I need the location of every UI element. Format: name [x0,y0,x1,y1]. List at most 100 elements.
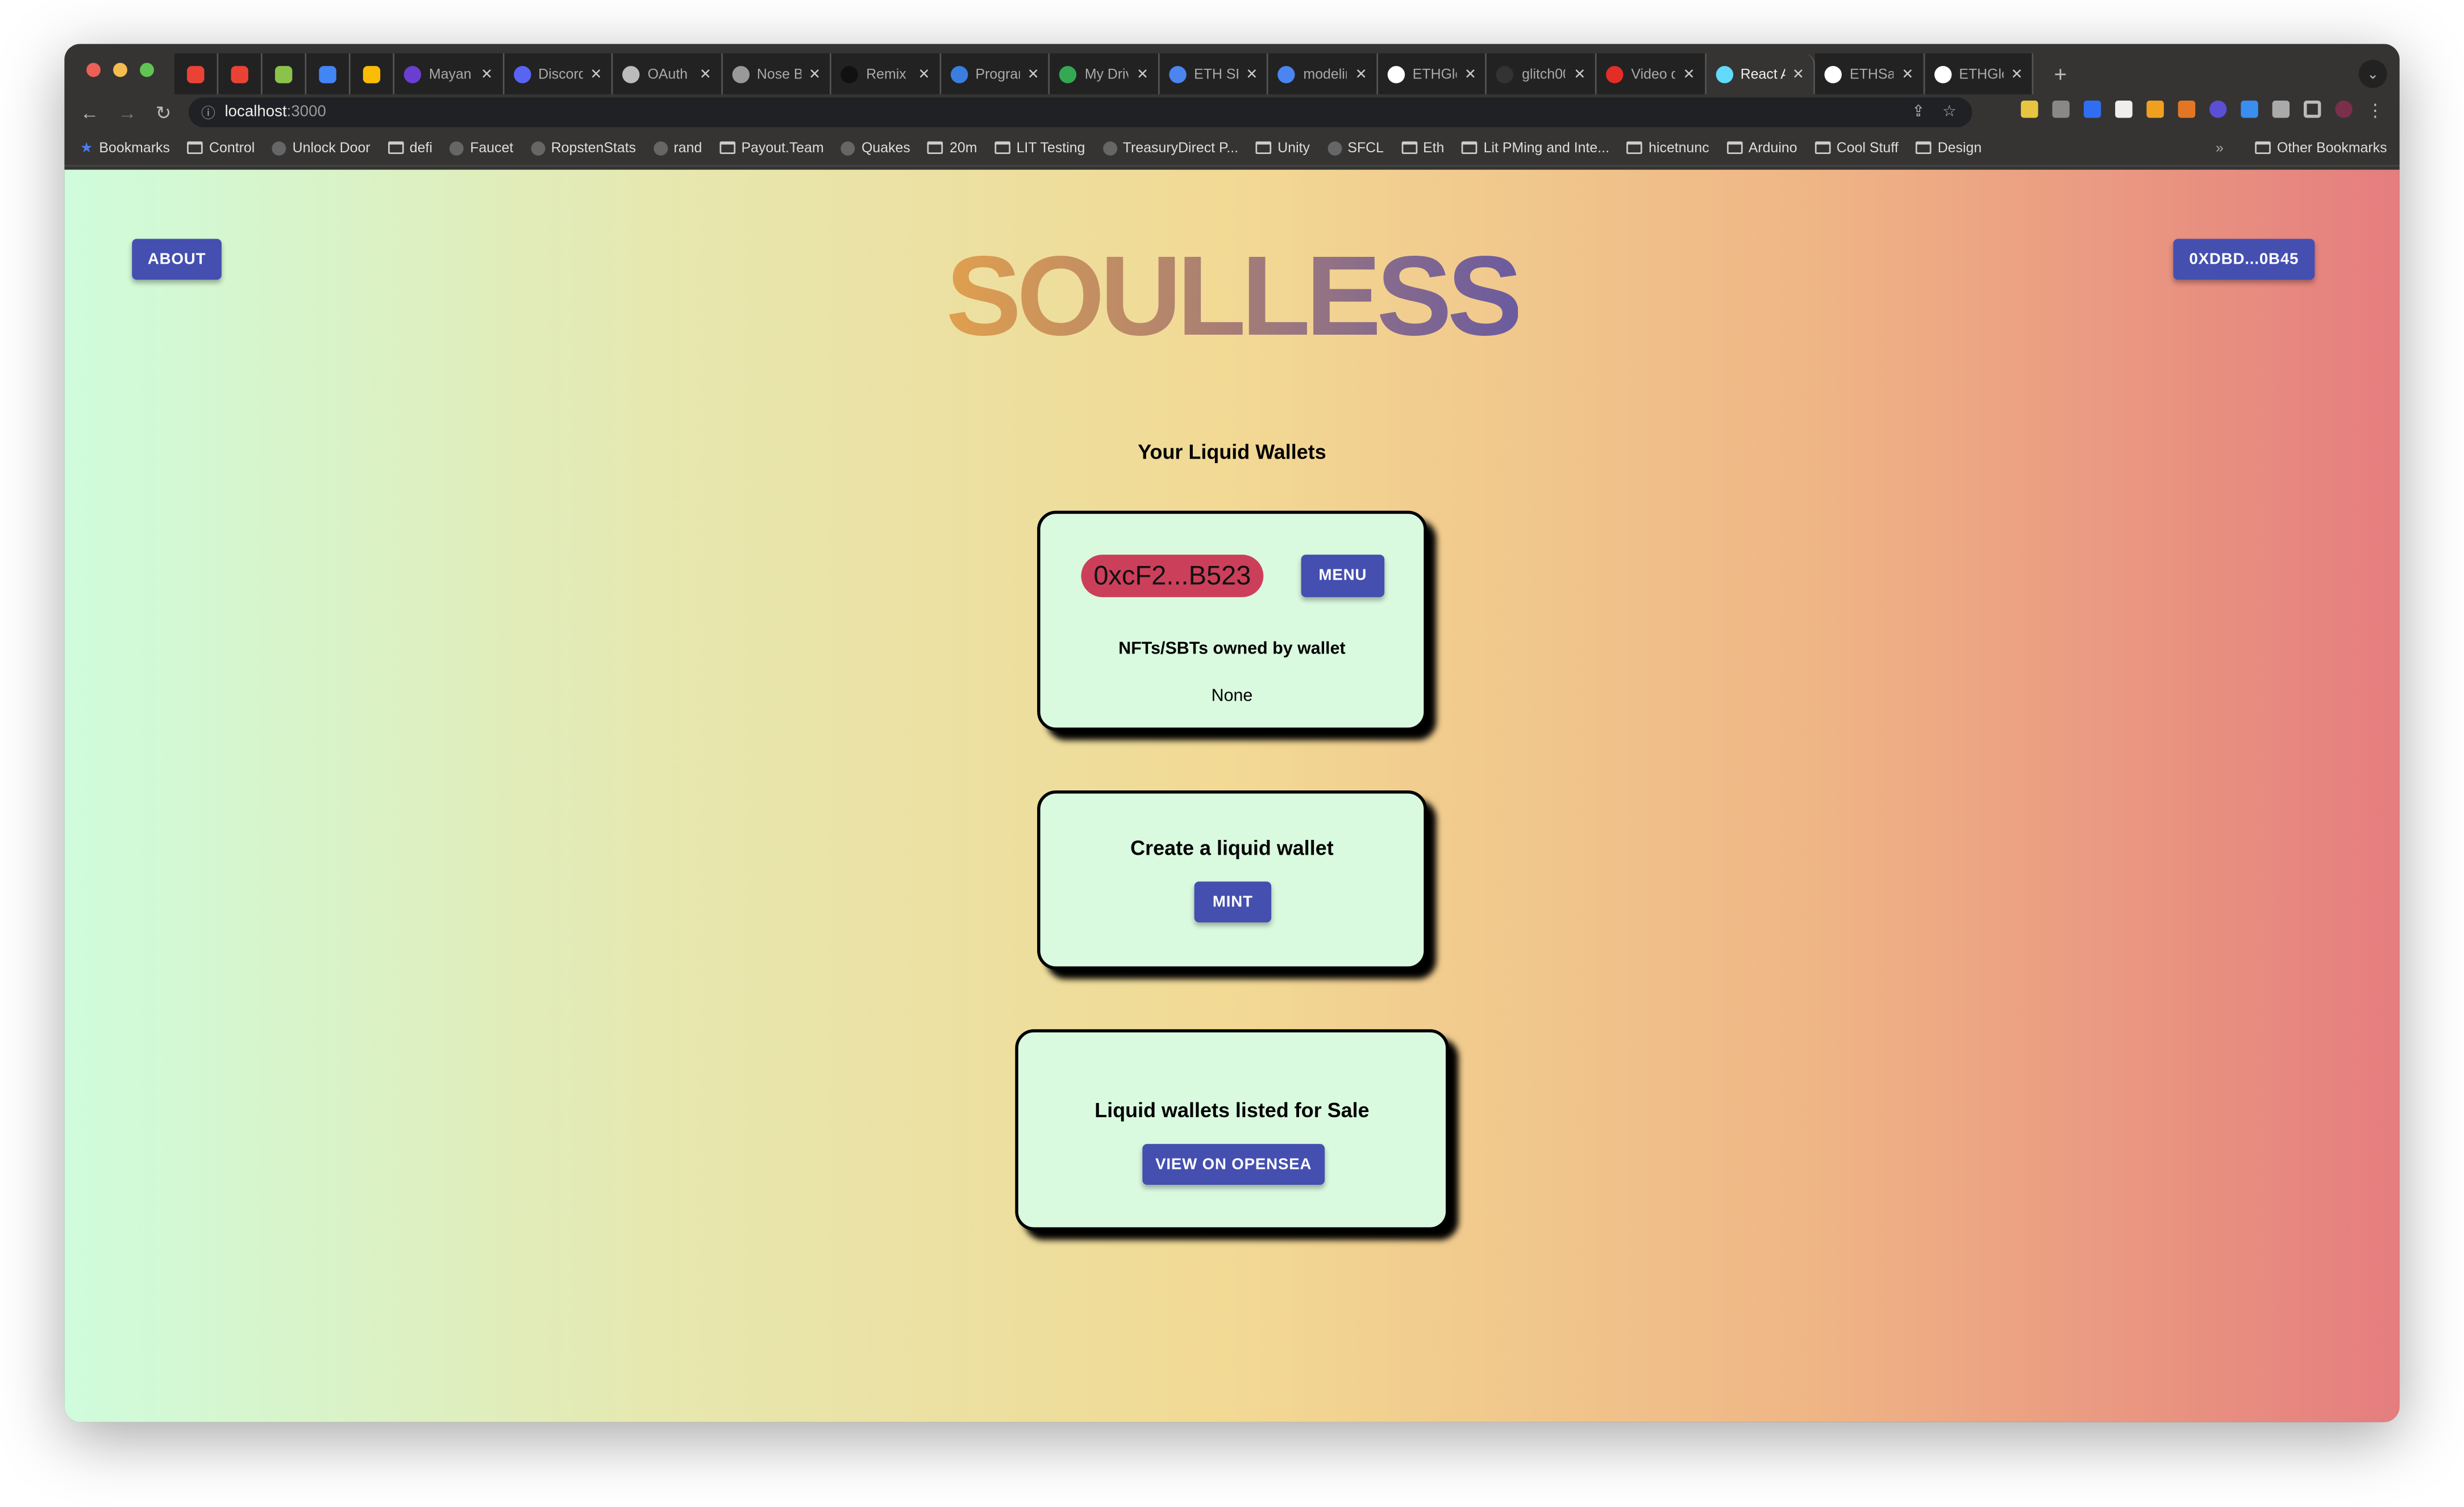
bookmark-item[interactable]: Arduino [1726,139,1797,156]
tab[interactable]: React A ✕ [1705,53,1816,94]
close-tab-icon[interactable]: ✕ [1137,65,1148,82]
bookmark-item[interactable]: Eth [1401,139,1445,156]
bookmark-item[interactable]: RopstenStats [530,139,636,156]
bookmark-item[interactable]: Quakes [841,139,910,156]
close-tab-icon[interactable]: ✕ [1464,65,1476,82]
calendar-icon [319,65,336,83]
tab[interactable]: Discord ✕ [503,53,613,94]
favicon-icon [1278,65,1296,83]
pinned-tab[interactable] [174,53,219,94]
close-window-button[interactable] [86,63,101,77]
extension-icon[interactable] [2052,100,2070,118]
extension-icon[interactable] [2115,100,2133,118]
tab[interactable]: ETHGlob ✕ [1924,53,2034,94]
bookmark-item[interactable]: SFCL [1327,139,1384,156]
tab[interactable]: OAuth 2 ✕ [613,53,723,94]
folder-icon [1461,141,1477,154]
extension-icon[interactable] [2021,100,2038,118]
tab[interactable]: ETH SF ✕ [1159,53,1269,94]
extensions: ⋮ [2021,100,2384,121]
tab[interactable]: Nose Bo ✕ [722,53,832,94]
avatar[interactable] [2335,100,2353,118]
bookmark-item[interactable]: Lit PMing and Inte... [1461,139,1609,156]
more-menu-icon[interactable]: ⋮ [2367,101,2384,121]
tabs: Mayan V ✕ Discord ✕ OAuth 2 ✕ Nose Bo ✕ Remix - ✕… [174,53,2075,94]
bookmark-star-icon[interactable]: ☆ [1942,104,1957,121]
back-icon[interactable]: ← [80,101,99,123]
tab[interactable]: Remix - ✕ [831,53,941,94]
close-tab-icon[interactable]: ✕ [481,65,493,82]
pinned-tab[interactable] [350,53,395,94]
close-tab-icon[interactable]: ✕ [1574,65,1585,82]
pinned-tab[interactable] [218,53,263,94]
bookmark-item[interactable]: Control [187,139,255,156]
bookmark-label: Control [209,140,255,156]
other-bookmarks[interactable]: Other Bookmarks [2255,140,2387,156]
bookmark-item[interactable]: rand [653,139,702,156]
close-tab-icon[interactable]: ✕ [918,65,930,82]
bookmark-item[interactable]: LIT Testing [994,139,1085,156]
bookmark-item[interactable]: Design [1916,139,1982,156]
favicon-icon [1059,65,1077,83]
page-content: ABOUT 0XDBD...0B45 SOULLESS Your Liquid … [64,169,2400,1422]
tab[interactable]: ETHGlob ✕ [1377,53,1488,94]
close-tab-icon[interactable]: ✕ [1901,65,1913,82]
bookmark-item[interactable]: Cool Stuff [1814,139,1899,156]
extension-icon[interactable] [2241,100,2258,118]
view-on-opensea-button[interactable]: VIEW ON OPENSEA [1142,1144,1325,1185]
tab[interactable]: glitch00 ✕ [1487,53,1597,94]
bookmark-item[interactable]: defi [388,139,432,156]
nfts-heading: NFTs/SBTs owned by wallet [1118,639,1346,659]
tab[interactable]: ETHSan ✕ [1815,53,1925,94]
side-panel-icon[interactable] [2303,100,2321,118]
bookmark-label: Design [1937,140,1982,156]
globe-icon [272,140,286,155]
close-tab-icon[interactable]: ✕ [2011,65,2023,82]
globe-icon [1327,140,1342,155]
new-tab-button[interactable]: + [2046,53,2075,94]
close-tab-icon[interactable]: ✕ [1792,65,1804,82]
bookmark-item[interactable]: Faucet [449,139,513,156]
minimize-window-button[interactable] [113,63,127,77]
maximize-window-button[interactable] [140,63,154,77]
close-tab-icon[interactable]: ✕ [1027,65,1039,82]
close-tab-icon[interactable]: ✕ [1246,65,1258,82]
reload-icon[interactable]: ↻ [156,101,172,123]
close-tab-icon[interactable]: ✕ [1355,65,1367,82]
pinned-tab[interactable] [262,53,307,94]
address-bar[interactable]: ⓘ localhost:3000 ⇪ ☆ [188,97,1972,127]
tab[interactable]: Program ✕ [940,53,1050,94]
wallet-menu-button[interactable]: MENU [1301,555,1385,597]
close-tab-icon[interactable]: ✕ [700,65,711,82]
puzzle-icon[interactable] [2272,100,2290,118]
tab-search-button[interactable]: ⌄ [2358,60,2387,88]
tab[interactable]: My Drive ✕ [1050,53,1160,94]
bookmark-item[interactable]: Unity [1255,139,1310,156]
extension-icon[interactable] [2146,100,2164,118]
tab[interactable]: Video d ✕ [1596,53,1706,94]
bookmark-item[interactable]: hicetnunc [1626,139,1709,156]
bookmark-item[interactable]: Unlock Door [272,139,371,156]
close-tab-icon[interactable]: ✕ [1683,65,1695,82]
extension-icon[interactable] [2209,100,2227,118]
mint-button[interactable]: MINT [1194,881,1272,923]
bookmarks-overflow[interactable]: » [2216,140,2224,156]
close-tab-icon[interactable]: ✕ [809,65,821,82]
toolbar: ← → ↻ ⓘ localhost:3000 ⇪ ☆ ⋮ [64,94,2399,131]
pinned-tab[interactable] [306,53,351,94]
metamask-icon[interactable] [2178,100,2196,118]
extension-icon[interactable] [2083,100,2101,118]
favicon-icon [622,65,640,83]
tab[interactable]: modelin ✕ [1268,53,1378,94]
bookmark-item[interactable]: 20m [927,139,977,156]
close-tab-icon[interactable]: ✕ [590,65,602,82]
bookmark-item[interactable]: ★ Bookmarks [80,139,170,156]
tab-title: glitch00 [1522,66,1566,82]
share-icon[interactable]: ⇪ [1912,104,1925,121]
url-port: :3000 [286,103,326,121]
wallet-address-pill[interactable]: 0xcF2...B523 [1081,555,1264,597]
bookmark-item[interactable]: TreasuryDirect P... [1102,139,1238,156]
tab[interactable]: Mayan V ✕ [394,53,504,94]
bookmark-item[interactable]: Payout.Team [719,139,824,156]
forward-icon[interactable]: → [118,101,136,123]
